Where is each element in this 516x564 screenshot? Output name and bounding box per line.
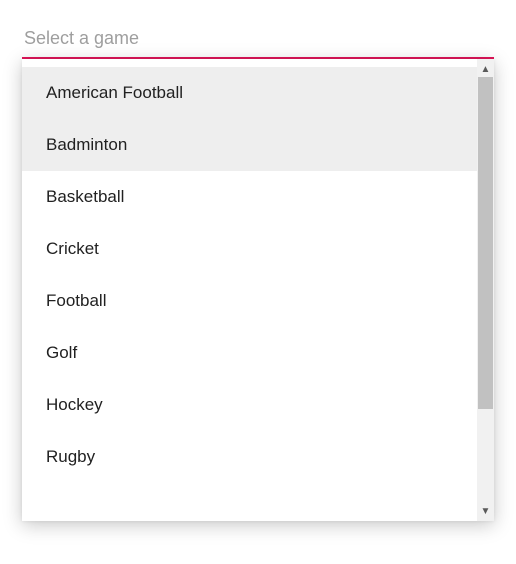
options-list[interactable]: American FootballBadmintonBasketballCric… bbox=[22, 59, 477, 521]
list-item[interactable]: Cricket bbox=[22, 223, 477, 275]
list-item[interactable]: Football bbox=[22, 275, 477, 327]
scroll-thumb[interactable] bbox=[478, 77, 493, 409]
game-select-input[interactable] bbox=[22, 22, 494, 57]
list-item[interactable]: Badminton bbox=[22, 119, 477, 171]
scrollbar[interactable]: ▲ ▼ bbox=[477, 59, 494, 521]
scroll-track[interactable] bbox=[477, 77, 494, 503]
list-item[interactable]: Basketball bbox=[22, 171, 477, 223]
list-item[interactable]: Rugby bbox=[22, 431, 477, 483]
list-item[interactable]: Hockey bbox=[22, 379, 477, 431]
list-item[interactable]: American Football bbox=[22, 67, 477, 119]
list-item[interactable]: Golf bbox=[22, 327, 477, 379]
dropdown-popup: American FootballBadmintonBasketballCric… bbox=[22, 59, 494, 521]
scroll-up-icon[interactable]: ▲ bbox=[477, 61, 494, 77]
dropdown-input-wrapper[interactable] bbox=[22, 22, 494, 59]
scroll-down-icon[interactable]: ▼ bbox=[477, 503, 494, 519]
